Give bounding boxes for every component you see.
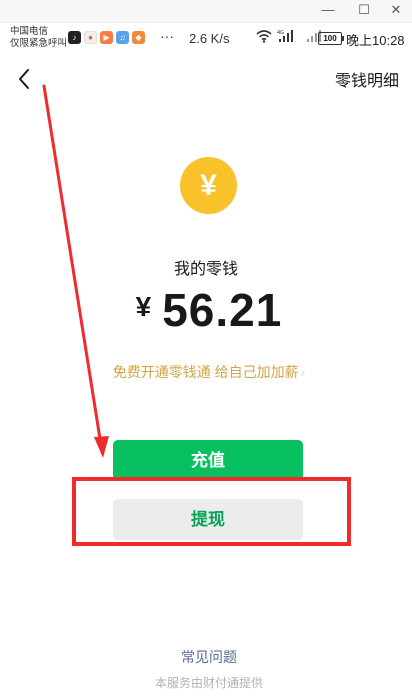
battery-indicator: 100 — [318, 32, 344, 45]
network-speed: 2.6 K/s — [189, 31, 230, 46]
carrier-info: 中国电信 仅限紧急呼叫 — [10, 26, 67, 50]
tiktok-icon: ♪ — [68, 31, 81, 44]
store-app-icon: ◆ — [132, 31, 145, 44]
status-time: 晚上10:28 — [346, 33, 405, 48]
video-app-icon: ● — [84, 31, 97, 44]
signal-4g-icon: 4G — [277, 30, 293, 42]
wallet-yen-icon: ¥ — [180, 157, 237, 214]
chevron-right-icon: › — [300, 364, 306, 380]
notification-icons: ♪ ● ▶ ♫ ◆ — [68, 31, 145, 44]
minimize-button[interactable]: — — [312, 0, 344, 22]
carrier-name: 中国电信 — [10, 26, 49, 37]
promo-text: 免费开通零钱通 给自己加加薪 — [112, 364, 299, 380]
currency-symbol: ¥ — [135, 291, 153, 322]
svg-text:4G: 4G — [277, 30, 284, 36]
window-titlebar: — ☐ ✕ — [0, 0, 412, 23]
back-button[interactable] — [12, 62, 40, 94]
chevron-left-icon — [19, 69, 29, 89]
system-icons: 4G — [256, 29, 322, 43]
transaction-details-link[interactable]: 零钱明细 — [335, 67, 399, 91]
annotation-arrow — [42, 84, 109, 458]
wallet-screen: — ☐ ✕ 中国电信 仅限紧急呼叫 ♪ ● ▶ ♫ ◆ ··· 2.6 K/s — [0, 0, 412, 696]
music-app-icon: ♫ — [116, 31, 129, 44]
promo-link[interactable]: 免费开通零钱通 给自己加加薪 › — [0, 362, 412, 382]
recharge-button[interactable]: 充值 — [113, 440, 303, 481]
balance-amount: ¥56.21 — [0, 283, 412, 337]
nav-bar: 零钱明细 — [0, 56, 412, 100]
faq-link[interactable]: 常见问题 — [0, 647, 412, 667]
annotation-highlight-box — [72, 477, 351, 546]
carrier-status: 仅限紧急呼叫 — [10, 38, 68, 49]
more-notifications-indicator: ··· — [160, 28, 174, 44]
maximize-button[interactable]: ☐ — [348, 0, 380, 22]
balance-value: 56.21 — [162, 284, 283, 336]
service-provider-note: 本服务由财付通提供 — [154, 676, 263, 690]
wallet-title: 我的零钱 — [173, 261, 238, 278]
wifi-icon — [256, 29, 272, 43]
player-app-icon: ▶ — [100, 31, 113, 44]
close-button[interactable]: ✕ — [380, 0, 412, 22]
status-bar: 中国电信 仅限紧急呼叫 ♪ ● ▶ ♫ ◆ ··· 2.6 K/s 4G 100… — [0, 23, 412, 55]
